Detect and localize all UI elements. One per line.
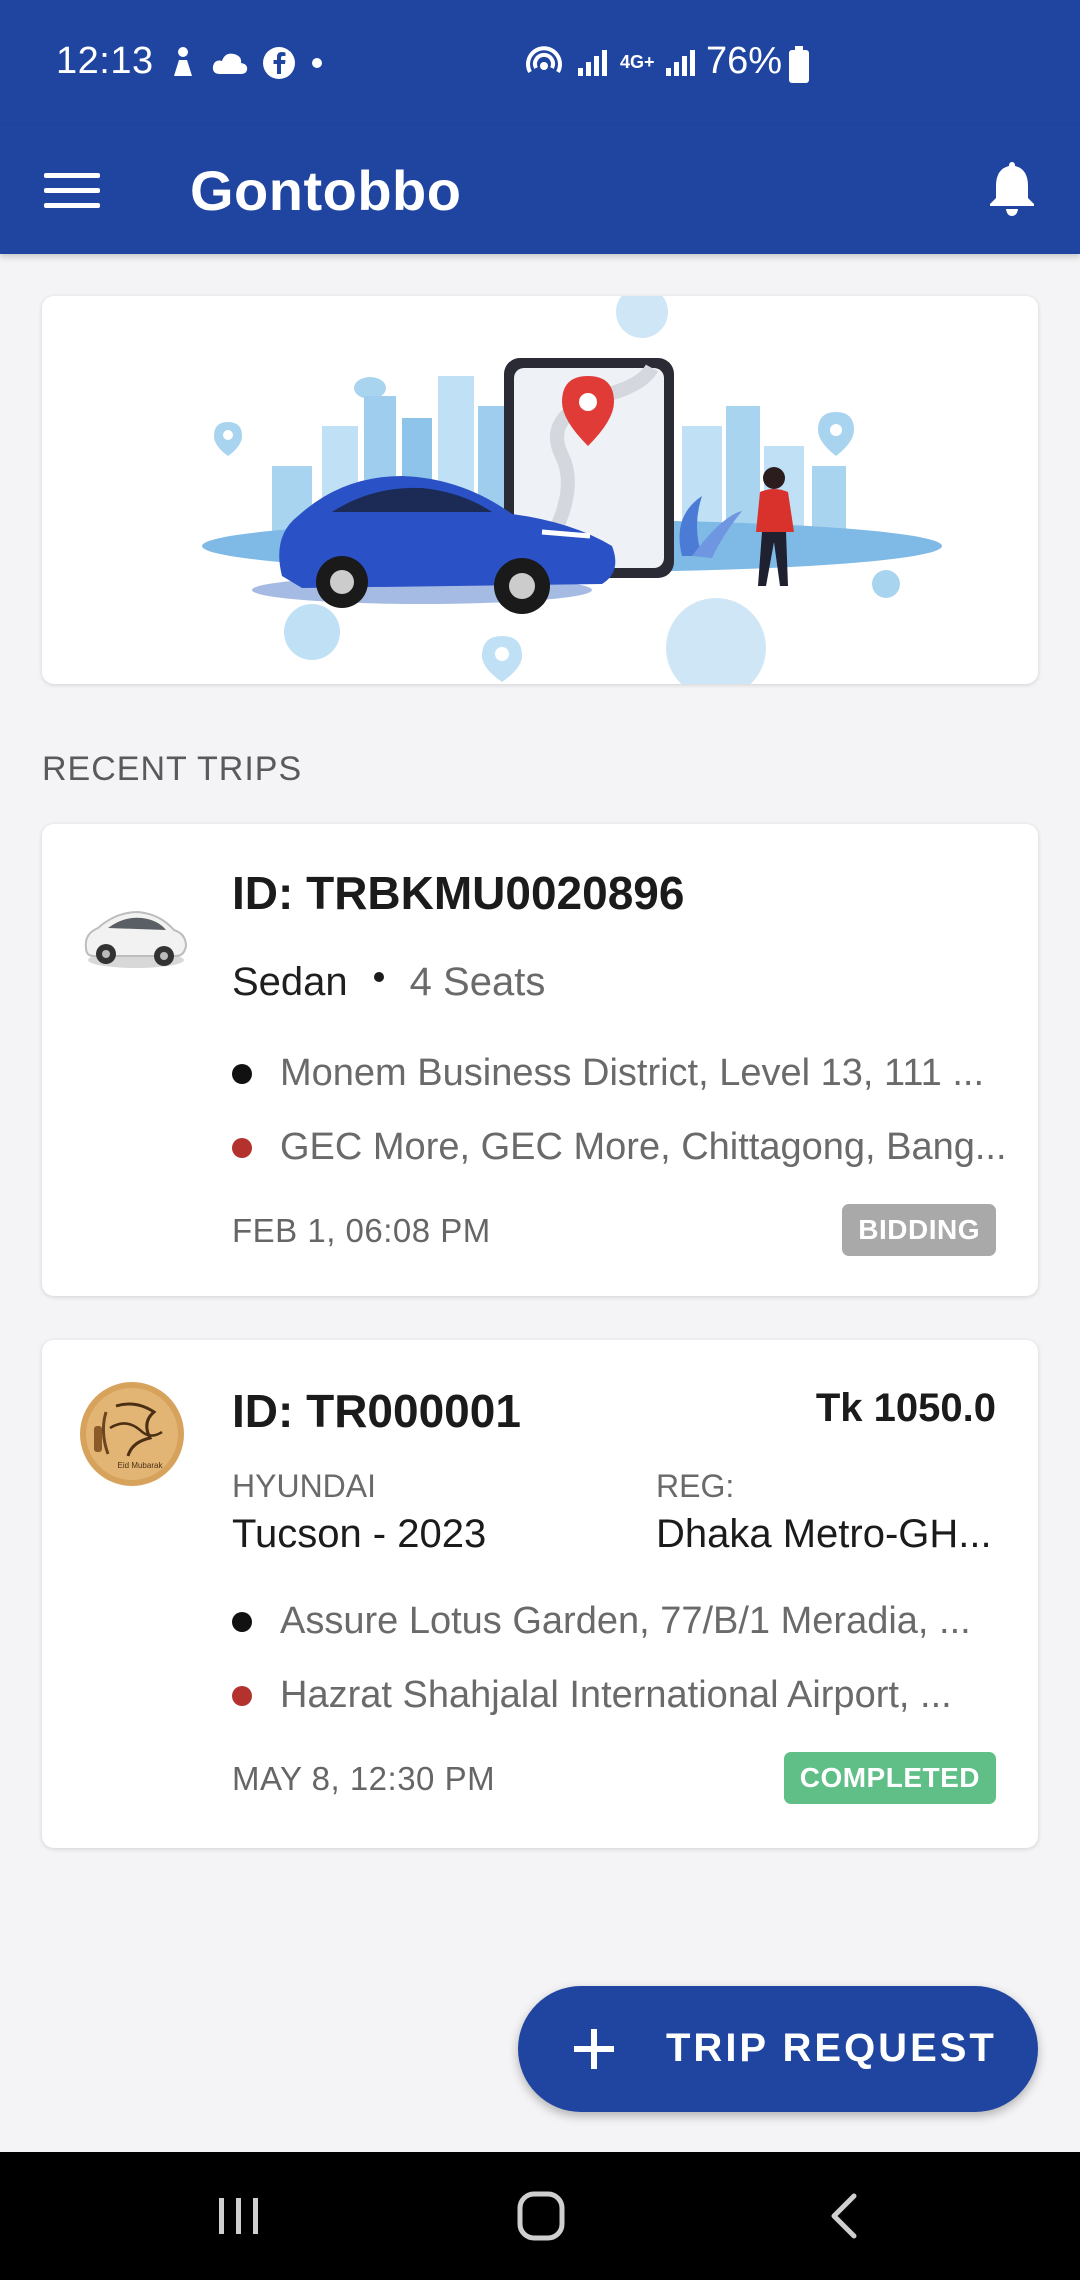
- pickup-dot-icon: [232, 1063, 252, 1084]
- network-type: 4G+: [620, 52, 655, 72]
- trip-card[interactable]: Eid Mubarak ID: TR000001 Tk 1050.0 HYUND…: [42, 1340, 1038, 1848]
- pickup-address: Assure Lotus Garden, 77/B/1 Meradia, ...: [280, 1600, 971, 1642]
- pickup-address: Monem Business District, Level 13, 111 .…: [280, 1052, 985, 1094]
- vehicle-info: Sedan 4 Seats: [232, 960, 545, 1005]
- eid-mubarak-avatar: Eid Mubarak: [80, 1382, 184, 1486]
- avatar-caption: Eid Mubarak: [118, 1461, 164, 1470]
- pickup-location: Assure Lotus Garden, 77/B/1 Meradia, ...: [232, 1600, 1022, 1643]
- facebook-icon: [263, 47, 295, 79]
- trip-datetime: FEB 1, 06:08 PM: [232, 1212, 491, 1249]
- menu-button[interactable]: [44, 162, 100, 218]
- system-nav-bar: [0, 2152, 1080, 2280]
- reg-value: Dhaka Metro-GH...: [656, 1512, 992, 1556]
- separator-dot: [373, 971, 384, 982]
- status-badge: BIDDING: [842, 1204, 996, 1256]
- pickup-location: Monem Business District, Level 13, 111 .…: [232, 1052, 1022, 1095]
- app-title: Gontobbo: [190, 159, 462, 222]
- banner-card: [42, 296, 1038, 684]
- trip-fare: Tk 1050.0: [815, 1386, 996, 1430]
- dropoff-address: GEC More, GEC More, Chittagong, Bang...: [280, 1126, 1007, 1168]
- trip-datetime: MAY 8, 12:30 PM: [232, 1760, 496, 1797]
- section-title-recent-trips: RECENT TRIPS: [42, 750, 303, 788]
- status-bar: 12:13 4G+ 76%: [0, 0, 1080, 126]
- dropoff-address: Hazrat Shahjalal International Airport, …: [280, 1674, 952, 1716]
- vehicle-type: Sedan: [232, 960, 348, 1004]
- recents-icon[interactable]: [194, 2186, 284, 2246]
- signal-icon-2: [666, 50, 695, 76]
- notification-icons: [168, 46, 324, 80]
- pickup-dot-icon: [232, 1611, 252, 1632]
- banner-illustration: [202, 296, 942, 684]
- battery-percent: 76%: [706, 40, 783, 82]
- dropoff-location: GEC More, GEC More, Chittagong, Bang...: [232, 1126, 1022, 1169]
- trip-request-button[interactable]: TRIP REQUEST: [518, 1986, 1038, 2112]
- reg-label: REG:: [656, 1468, 735, 1504]
- vehicle-make: HYUNDAI: [232, 1468, 377, 1504]
- cloud-icon: [212, 53, 248, 74]
- hotspot-icon: [526, 46, 562, 73]
- trip-id: ID: TRBKMU0020896: [232, 867, 685, 919]
- signal-icon: [578, 50, 607, 76]
- dropoff-dot-icon: [232, 1685, 252, 1706]
- app-bar: Gontobbo: [0, 126, 1080, 254]
- plus-icon: [574, 2029, 614, 2069]
- menu-icon-line: [44, 202, 100, 208]
- dropoff-location: Hazrat Shahjalal International Airport, …: [232, 1674, 1022, 1717]
- accessibility-icon: [174, 47, 192, 76]
- seat-count: 4 Seats: [409, 960, 546, 1004]
- vehicle-model: Tucson - 2023: [232, 1512, 487, 1556]
- trip-request-label: TRIP REQUEST: [666, 2026, 997, 2070]
- menu-icon-line: [44, 172, 100, 178]
- status-badge: COMPLETED: [783, 1752, 996, 1804]
- dot-icon: [312, 58, 322, 68]
- dropoff-dot-icon: [232, 1137, 252, 1158]
- trip-id: ID: TR000001: [232, 1385, 521, 1437]
- back-icon[interactable]: [800, 2186, 890, 2246]
- home-icon[interactable]: [496, 2186, 586, 2246]
- trip-card[interactable]: ID: TRBKMU0020896 Sedan 4 Seats Monem Bu…: [42, 824, 1038, 1296]
- system-icons: 4G+: [524, 44, 696, 80]
- sedan-car-image: [84, 910, 188, 968]
- status-time: 12:13: [56, 40, 154, 82]
- menu-icon-line: [44, 187, 100, 193]
- battery-icon: [789, 46, 809, 83]
- notification-bell-icon[interactable]: [980, 156, 1044, 220]
